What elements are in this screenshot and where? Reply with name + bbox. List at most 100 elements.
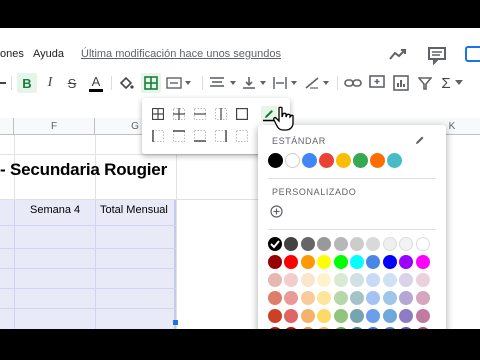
italic-button[interactable]: I bbox=[42, 73, 58, 93]
header-cell-total-monthly[interactable]: Total Mensual bbox=[100, 204, 168, 216]
palette-color-swatch[interactable] bbox=[382, 309, 397, 323]
fill-color-icon[interactable] bbox=[117, 73, 135, 93]
strikethrough-button[interactable]: S bbox=[64, 73, 80, 93]
borders-icon[interactable] bbox=[141, 73, 161, 93]
chart-icon[interactable] bbox=[392, 73, 410, 93]
align-horizontal-icon[interactable] bbox=[208, 73, 238, 93]
outer-borders-icon[interactable] bbox=[236, 108, 248, 120]
bold-button[interactable]: B bbox=[17, 73, 37, 93]
palette-color-swatch[interactable] bbox=[300, 273, 315, 287]
column-header-partial[interactable] bbox=[0, 118, 14, 135]
palette-color-swatch[interactable] bbox=[415, 237, 430, 251]
palette-color-swatch[interactable] bbox=[350, 273, 364, 287]
text-rotate-icon[interactable] bbox=[304, 73, 332, 93]
palette-color-swatch[interactable] bbox=[333, 309, 348, 323]
top-border-icon[interactable] bbox=[173, 130, 185, 142]
merge-cells-icon[interactable] bbox=[166, 73, 192, 93]
filter-icon[interactable] bbox=[416, 73, 434, 93]
standard-color-swatch[interactable] bbox=[353, 153, 368, 168]
comments-icon[interactable] bbox=[426, 44, 448, 66]
palette-color-swatch[interactable] bbox=[382, 237, 397, 251]
standard-color-swatch[interactable] bbox=[268, 153, 283, 168]
palette-color-swatch[interactable] bbox=[284, 273, 299, 287]
palette-color-swatch[interactable] bbox=[399, 309, 414, 323]
palette-color-swatch[interactable] bbox=[268, 255, 282, 269]
palette-color-swatch[interactable] bbox=[415, 291, 430, 305]
standard-color-swatch[interactable] bbox=[302, 153, 317, 168]
standard-color-swatch[interactable] bbox=[370, 153, 385, 168]
menu-extensions-partial[interactable]: ones bbox=[0, 48, 24, 60]
activity-trend-icon[interactable] bbox=[387, 44, 409, 66]
standard-color-swatch[interactable] bbox=[387, 153, 402, 168]
text-color-button[interactable]: A bbox=[87, 73, 105, 93]
palette-color-swatch[interactable] bbox=[350, 255, 364, 269]
palette-color-swatch[interactable] bbox=[399, 291, 414, 305]
standard-color-swatch[interactable] bbox=[319, 153, 334, 168]
palette-color-swatch[interactable] bbox=[350, 309, 364, 323]
palette-color-swatch[interactable] bbox=[366, 309, 381, 323]
palette-color-swatch[interactable] bbox=[317, 291, 332, 305]
palette-color-swatch[interactable] bbox=[284, 255, 299, 269]
horizontal-borders-icon[interactable] bbox=[194, 108, 206, 120]
palette-color-swatch[interactable] bbox=[268, 237, 282, 251]
palette-color-swatch[interactable] bbox=[382, 291, 397, 305]
functions-icon[interactable]: Σ bbox=[440, 73, 452, 93]
palette-color-swatch[interactable] bbox=[333, 237, 348, 251]
palette-color-swatch[interactable] bbox=[317, 237, 332, 251]
palette-color-swatch[interactable] bbox=[317, 255, 332, 269]
palette-color-swatch[interactable] bbox=[382, 273, 397, 287]
inner-borders-icon[interactable] bbox=[173, 108, 185, 120]
palette-color-swatch[interactable] bbox=[366, 255, 381, 269]
sheet-title-cell[interactable]: - Secundaria Rougier bbox=[0, 160, 167, 180]
left-border-icon[interactable] bbox=[152, 130, 164, 142]
palette-color-swatch[interactable] bbox=[268, 291, 282, 305]
paint-format-icon[interactable] bbox=[0, 73, 8, 93]
palette-color-swatch[interactable] bbox=[300, 255, 315, 269]
standard-color-swatch[interactable] bbox=[285, 153, 300, 168]
palette-color-swatch[interactable] bbox=[317, 309, 332, 323]
all-borders-icon[interactable] bbox=[152, 108, 164, 120]
palette-color-swatch[interactable] bbox=[350, 291, 364, 305]
palette-color-swatch[interactable] bbox=[415, 273, 430, 287]
palette-color-swatch[interactable] bbox=[317, 273, 332, 287]
bottom-border-icon[interactable] bbox=[194, 130, 206, 142]
palette-color-swatch[interactable] bbox=[268, 273, 282, 287]
palette-color-swatch[interactable] bbox=[399, 255, 414, 269]
palette-color-swatch[interactable] bbox=[399, 273, 414, 287]
palette-color-swatch[interactable] bbox=[382, 255, 397, 269]
last-edit-link[interactable]: Última modificación hace unos segundos bbox=[81, 48, 281, 60]
menu-help[interactable]: Ayuda bbox=[33, 48, 64, 60]
clear-borders-icon[interactable] bbox=[236, 130, 248, 142]
palette-color-swatch[interactable] bbox=[366, 237, 381, 251]
chevron-down-icon[interactable] bbox=[454, 73, 464, 93]
palette-color-swatch[interactable] bbox=[415, 255, 430, 269]
palette-color-swatch[interactable] bbox=[366, 291, 381, 305]
right-border-icon[interactable] bbox=[215, 130, 227, 142]
palette-color-swatch[interactable] bbox=[300, 291, 315, 305]
comment-icon[interactable] bbox=[368, 73, 386, 93]
vertical-borders-icon[interactable] bbox=[215, 108, 227, 120]
header-cell-week4[interactable]: Semana 4 bbox=[30, 204, 80, 216]
align-vertical-icon[interactable] bbox=[241, 73, 269, 93]
palette-color-swatch[interactable] bbox=[333, 291, 348, 305]
palette-color-swatch[interactable] bbox=[284, 309, 299, 323]
standard-color-swatch[interactable] bbox=[336, 153, 351, 168]
fill-handle[interactable] bbox=[173, 320, 178, 325]
column-header-f[interactable]: F bbox=[14, 118, 95, 135]
palette-color-swatch[interactable] bbox=[333, 273, 348, 287]
link-icon[interactable] bbox=[343, 73, 363, 93]
palette-color-swatch[interactable] bbox=[300, 237, 315, 251]
palette-color-swatch[interactable] bbox=[366, 273, 381, 287]
palette-color-swatch[interactable] bbox=[333, 255, 348, 269]
add-custom-color-icon[interactable] bbox=[270, 205, 283, 218]
edit-standard-pencil-icon[interactable] bbox=[414, 134, 426, 146]
palette-color-swatch[interactable] bbox=[268, 309, 282, 323]
palette-color-swatch[interactable] bbox=[284, 237, 299, 251]
present-icon[interactable] bbox=[463, 44, 480, 66]
palette-color-swatch[interactable] bbox=[300, 309, 315, 323]
palette-color-swatch[interactable] bbox=[350, 237, 364, 251]
text-wrap-icon[interactable] bbox=[272, 73, 300, 93]
palette-color-swatch[interactable] bbox=[415, 309, 430, 323]
palette-color-swatch[interactable] bbox=[399, 237, 414, 251]
palette-color-swatch[interactable] bbox=[284, 291, 299, 305]
